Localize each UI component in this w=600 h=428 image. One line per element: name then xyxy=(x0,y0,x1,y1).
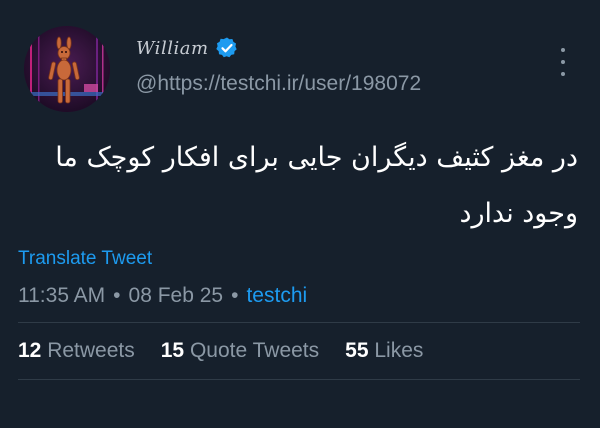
display-name-text: William xyxy=(136,37,209,59)
retweets-count: 12 xyxy=(18,339,42,362)
verified-badge-icon xyxy=(215,36,239,60)
tweet-text: در مغز کثیف دیگران جایی برای افکار کوچک … xyxy=(55,142,578,229)
likes-count: 55 xyxy=(345,339,369,362)
tweet-time[interactable]: 11:35 AM xyxy=(18,284,105,308)
display-name[interactable]: William xyxy=(136,36,239,60)
user-handle[interactable]: @https://testchi.ir/user/198072 xyxy=(136,72,421,96)
tweet-stats: 12 Retweets 15 Quote Tweets 55 Likes xyxy=(18,339,449,363)
meta-separator: • xyxy=(231,284,239,307)
more-options-icon[interactable] xyxy=(552,48,574,76)
retweets-stat[interactable]: 12 Retweets xyxy=(18,339,135,363)
tweet-date[interactable]: 08 Feb 25 xyxy=(129,284,224,308)
meta-separator: • xyxy=(113,284,121,307)
retweets-label: Retweets xyxy=(47,339,135,362)
avatar[interactable] xyxy=(24,26,110,112)
divider xyxy=(18,379,580,380)
translate-tweet-link[interactable]: Translate Tweet xyxy=(18,248,152,270)
quote-tweets-stat[interactable]: 15 Quote Tweets xyxy=(161,339,319,363)
tweet-meta: 11:35 AM • 08 Feb 25 • testchi xyxy=(18,284,307,308)
quote-tweets-label: Quote Tweets xyxy=(189,339,320,362)
likes-stat[interactable]: 55 Likes xyxy=(345,339,423,363)
avatar-image xyxy=(24,26,110,112)
quote-tweets-count: 15 xyxy=(160,339,185,362)
divider xyxy=(18,322,580,323)
tweet-source-link[interactable]: testchi xyxy=(246,284,307,308)
likes-label: Likes xyxy=(374,339,424,362)
